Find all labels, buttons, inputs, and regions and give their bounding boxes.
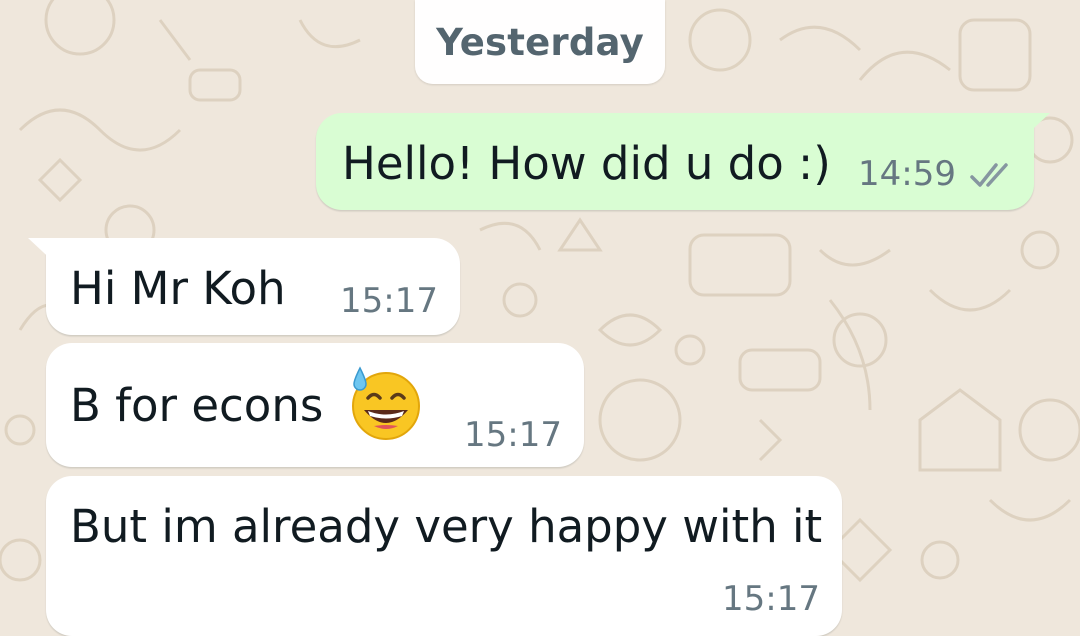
outgoing-message[interactable]: Hello! How did u do :) 14:59 bbox=[316, 113, 1050, 210]
incoming-message[interactable]: But im already very happy with it 15:17 bbox=[46, 476, 842, 636]
incoming-message[interactable]: B for econs 15:17 bbox=[46, 343, 584, 467]
date-separator-label: Yesterday bbox=[436, 20, 644, 64]
message-text: B for econs bbox=[70, 379, 324, 432]
incoming-message[interactable]: Hi Mr Koh 15:17 bbox=[28, 238, 460, 335]
date-separator: Yesterday bbox=[415, 0, 665, 84]
message-text: Hi Mr Koh bbox=[70, 262, 286, 315]
message-time: 15:17 bbox=[340, 281, 438, 321]
bubble-tail bbox=[28, 238, 58, 266]
message-text: But im already very happy with it bbox=[70, 500, 823, 553]
message-time: 14:59 bbox=[858, 154, 956, 194]
bubble-tail bbox=[1020, 113, 1050, 141]
message-time: 15:17 bbox=[722, 579, 820, 619]
message-time: 15:17 bbox=[464, 415, 562, 455]
grinning-face-with-sweat-icon bbox=[352, 366, 420, 440]
double-check-icon bbox=[970, 163, 1008, 187]
message-text: Hello! How did u do :) bbox=[342, 137, 831, 190]
